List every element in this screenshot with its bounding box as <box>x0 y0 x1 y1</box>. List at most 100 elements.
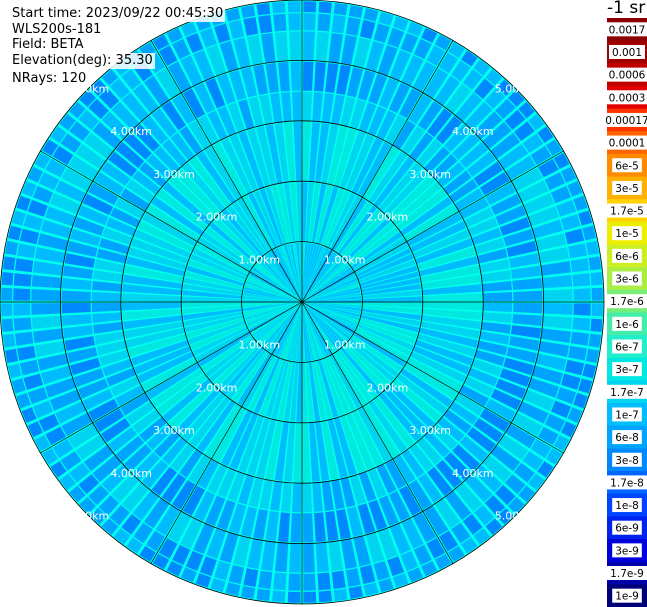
range-ring-label: 5.00km <box>495 82 537 95</box>
colorbar-tick-label: 1e-9 <box>615 591 639 603</box>
colorbar-tick-label: 1e-7 <box>615 409 639 421</box>
colorbar-tick-label: 1.7e-7 <box>610 387 644 399</box>
ray-cell <box>482 302 513 312</box>
range-ring-label: 4.00km <box>452 125 494 138</box>
ray-cell <box>513 290 543 301</box>
ray-cell <box>303 573 316 591</box>
ray-cell <box>272 1 286 14</box>
colorbar-tick-label: 6e-5 <box>615 160 639 172</box>
range-ring-label: 4.00km <box>110 467 152 480</box>
ray-cell <box>61 303 91 314</box>
ray-cell <box>317 572 331 591</box>
elevation-label: Elevation(deg): 35.30 <box>10 53 155 69</box>
colorbar-tick-label: 3e-8 <box>615 455 639 467</box>
ray-cell <box>287 1 301 13</box>
ray-cell <box>292 91 302 122</box>
ray-cell <box>303 1 317 13</box>
ray-cell <box>272 590 286 603</box>
range-ring-label: 3.00km <box>409 168 451 181</box>
colorbar-tick-label: 3e-9 <box>615 545 639 557</box>
ray-cell <box>303 543 315 573</box>
ray-cell <box>273 572 287 591</box>
colorbar-tick-label: 6e-7 <box>615 341 639 353</box>
colorbar-tick-label: 1.7e-8 <box>610 477 644 489</box>
ray-cell <box>1 318 14 332</box>
colorbar-tick-label: 1.7e-6 <box>610 296 644 308</box>
range-ring-label: 2.00km <box>196 381 238 394</box>
field-label: Field: BETA <box>10 37 86 53</box>
ray-cell <box>240 585 256 599</box>
range-ring-label: 1.00km <box>239 339 281 352</box>
colorbar-tick-label: 1.7e-5 <box>610 206 644 218</box>
ray-cell <box>5 240 19 256</box>
ray-cell <box>513 303 543 314</box>
range-ring-label: 2.00km <box>367 211 409 224</box>
ray-cell <box>303 31 315 61</box>
colorbar-tick-label: 6e-6 <box>615 251 639 263</box>
colorbar-tick-label: 1e-5 <box>615 228 639 240</box>
range-ring-label: 4.00km <box>452 467 494 480</box>
ray-cell <box>13 317 32 331</box>
ray-cell <box>256 3 271 16</box>
colorbar-tick-label: 6e-9 <box>615 523 639 535</box>
ray-cell <box>317 13 331 32</box>
range-ring-label: 4.00km <box>110 125 152 138</box>
colorbar-tick-label: 0.0001 <box>609 138 646 150</box>
ray-cell <box>13 288 31 301</box>
ray-cell <box>585 348 599 364</box>
ray-cell <box>3 256 16 271</box>
colorbar-tick-label: 0.0003 <box>609 92 646 104</box>
ray-cell <box>318 1 332 14</box>
ray-cell <box>13 303 31 316</box>
ray-cell <box>31 289 61 301</box>
ray-cell <box>303 61 314 91</box>
colorbar-tick-label: 1e-8 <box>615 500 639 512</box>
ray-cell <box>5 348 19 364</box>
ray-cell <box>590 272 603 286</box>
colorbar-tick-label: 3e-7 <box>615 364 639 376</box>
range-ring-label: 1.00km <box>324 253 366 266</box>
range-ring-label: 3.00km <box>153 168 195 181</box>
ray-cell <box>3 333 16 348</box>
range-ring-label: 5.00km <box>68 510 110 523</box>
ray-cell <box>1 303 13 317</box>
ray-cell <box>288 13 301 31</box>
ray-cell <box>273 13 287 32</box>
ray-cell <box>287 591 301 603</box>
ray-cell <box>303 513 314 543</box>
ray-cell <box>573 303 591 316</box>
colorbar-unit-label: -1 sr <box>607 0 646 18</box>
ray-cell <box>292 482 302 513</box>
ray-cell <box>303 591 317 603</box>
colorbar-tick-label: 0.0006 <box>609 70 646 82</box>
ray-cell <box>572 317 591 331</box>
ray-cell <box>61 290 91 301</box>
colorbar-tick-label: 0.001 <box>612 47 642 59</box>
ray-cell <box>302 91 312 122</box>
range-ring-label: 2.00km <box>367 381 409 394</box>
ray-cell <box>1 287 13 301</box>
ray-cell <box>585 240 599 256</box>
ray-cell <box>256 588 271 601</box>
ray-cell <box>543 289 573 301</box>
ray-cell <box>333 3 348 16</box>
range-ring-label: 2.00km <box>196 211 238 224</box>
ray-cell <box>31 303 61 315</box>
colorbar-tick-label: 0.0017 <box>609 24 646 36</box>
ray-cell <box>543 303 573 315</box>
colorbar-tick-label: 0.00017 <box>605 115 647 127</box>
ray-cell <box>303 13 316 31</box>
ray-cell <box>288 573 301 591</box>
ray-cell <box>572 273 591 287</box>
ray-cell <box>289 31 301 61</box>
ray-cell <box>289 543 301 573</box>
ppi-chart: 1.00km 2.00km 3.00km 4.00km 5.00km 1.00km 2.00… <box>0 0 647 607</box>
ray-cell <box>591 303 603 317</box>
range-ring-label: 3.00km <box>409 424 451 437</box>
ray-cell <box>240 5 256 19</box>
ray-cell <box>91 292 122 302</box>
colorbar-tick-label: 3e-5 <box>615 183 639 195</box>
start-time-label: Start time: 2023/09/22 00:45:30 <box>10 6 226 22</box>
ray-cell <box>13 273 32 287</box>
range-ring-label: 5.00km <box>495 510 537 523</box>
